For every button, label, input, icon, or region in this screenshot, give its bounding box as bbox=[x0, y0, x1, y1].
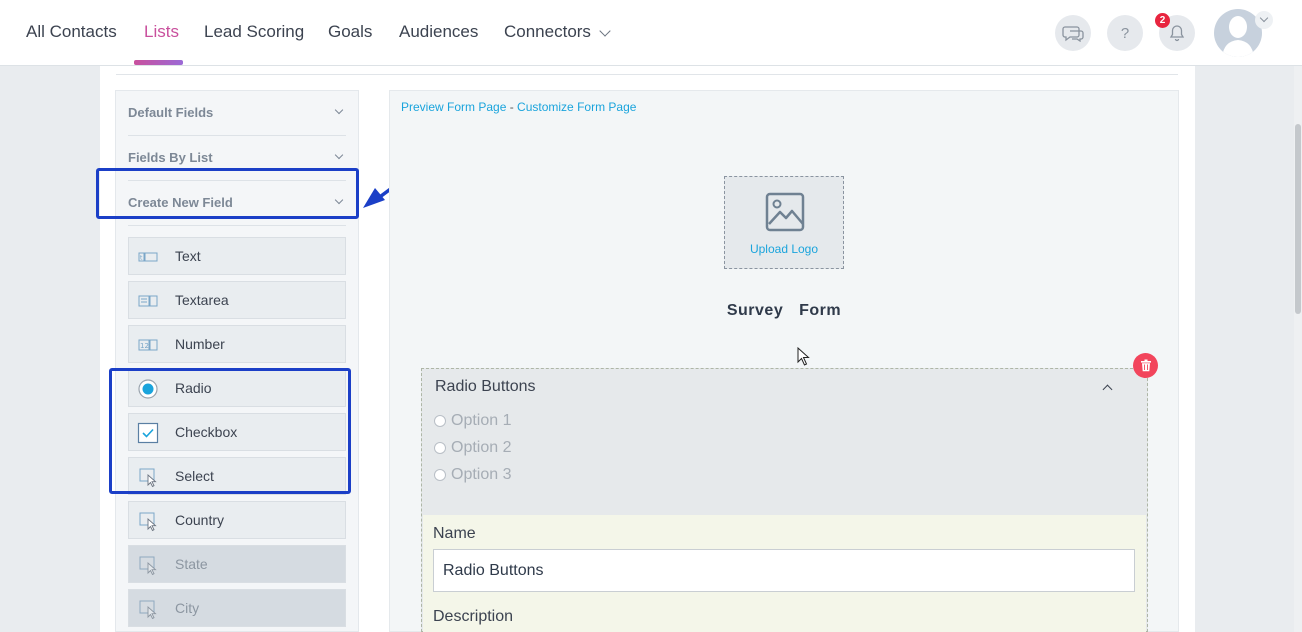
field-type-label: Text bbox=[175, 248, 201, 264]
field-type-checkbox[interactable]: Checkbox bbox=[128, 413, 346, 451]
customize-form-link[interactable]: Customize Form Page bbox=[517, 100, 636, 114]
bell-icon bbox=[1169, 25, 1185, 42]
field-type-label: Textarea bbox=[175, 292, 229, 308]
radio-option[interactable]: Option 2 bbox=[434, 439, 511, 457]
select-field-icon bbox=[139, 512, 157, 532]
chat-icon bbox=[1062, 26, 1084, 42]
chevron-down-icon[interactable] bbox=[599, 25, 611, 37]
field-type-label: Country bbox=[175, 512, 225, 528]
profile-menu-button[interactable] bbox=[1255, 11, 1273, 29]
preview-form-link[interactable]: Preview Form Page bbox=[401, 100, 506, 114]
nav-lists[interactable]: Lists bbox=[144, 22, 179, 42]
divider bbox=[128, 180, 346, 181]
chevron-down-icon bbox=[334, 150, 344, 160]
help-icon: ? bbox=[1120, 24, 1130, 42]
field-type-select[interactable]: Select bbox=[128, 457, 346, 495]
upload-logo-button[interactable]: Upload Logo bbox=[724, 176, 844, 269]
nav-audiences[interactable]: Audiences bbox=[399, 22, 478, 42]
select-field-icon bbox=[139, 600, 157, 620]
svg-text:12: 12 bbox=[140, 342, 149, 350]
field-type-textarea[interactable]: Textarea bbox=[128, 281, 346, 319]
field-type-label: City bbox=[175, 600, 200, 616]
name-field[interactable] bbox=[433, 549, 1135, 592]
section-default-fields[interactable]: Default Fields bbox=[128, 105, 348, 120]
chevron-down-icon bbox=[334, 195, 344, 205]
field-type-label: State bbox=[175, 556, 208, 572]
chevron-down-icon bbox=[334, 105, 344, 115]
radio-option[interactable]: Option 3 bbox=[434, 466, 511, 484]
description-label: Description bbox=[433, 608, 514, 625]
text-field-icon: t bbox=[138, 252, 158, 262]
active-tab-indicator bbox=[134, 60, 183, 65]
field-type-label: Checkbox bbox=[175, 424, 238, 440]
form-title[interactable]: Survey Form bbox=[680, 302, 888, 320]
field-type-text[interactable]: t Text bbox=[128, 237, 346, 275]
field-type-label: Number bbox=[175, 336, 225, 352]
field-card-title: Radio Buttons bbox=[435, 378, 536, 395]
field-type-state[interactable]: State bbox=[128, 545, 346, 583]
nav-all-contacts[interactable]: All Contacts bbox=[26, 22, 117, 42]
section-create-new-field[interactable]: Create New Field bbox=[128, 195, 348, 210]
field-type-city[interactable]: City bbox=[128, 589, 346, 627]
field-type-country[interactable]: Country bbox=[128, 501, 346, 539]
radio-option-label: Option 3 bbox=[451, 466, 512, 483]
textarea-field-icon bbox=[138, 295, 158, 307]
nav-connectors[interactable]: Connectors bbox=[504, 22, 591, 42]
help-button[interactable]: ? bbox=[1107, 15, 1143, 51]
form-links: Preview Form Page - Customize Form Page bbox=[401, 100, 636, 114]
divider bbox=[116, 74, 1178, 75]
radio-icon bbox=[434, 415, 446, 427]
scrollbar-thumb[interactable] bbox=[1295, 124, 1301, 314]
field-type-label: Select bbox=[175, 468, 214, 484]
radio-icon bbox=[434, 442, 446, 454]
section-label: Fields By List bbox=[128, 150, 213, 165]
chevron-down-icon bbox=[1259, 13, 1269, 23]
image-icon bbox=[765, 192, 805, 232]
checkbox-field-icon bbox=[137, 422, 159, 444]
top-nav: All Contacts Lists Lead Scoring Goals Au… bbox=[0, 0, 1302, 66]
field-type-radio[interactable]: Radio bbox=[128, 369, 346, 407]
chat-button[interactable] bbox=[1055, 15, 1091, 51]
radio-option-label: Option 2 bbox=[451, 439, 512, 456]
section-label: Default Fields bbox=[128, 105, 214, 120]
section-fields-by-list[interactable]: Fields By List bbox=[128, 150, 348, 165]
trash-icon bbox=[1140, 359, 1151, 372]
mouse-cursor-icon bbox=[797, 347, 810, 366]
divider bbox=[128, 225, 346, 226]
svg-text:t: t bbox=[140, 255, 143, 262]
upload-logo-label: Upload Logo bbox=[749, 242, 819, 256]
nav-goals[interactable]: Goals bbox=[328, 22, 372, 42]
number-field-icon: 12 bbox=[138, 339, 158, 351]
divider bbox=[128, 135, 346, 136]
radio-field-icon bbox=[138, 379, 158, 399]
field-type-number[interactable]: 12 Number bbox=[128, 325, 346, 363]
select-field-icon bbox=[139, 468, 157, 488]
nav-lead-scoring[interactable]: Lead Scoring bbox=[204, 22, 304, 42]
notification-badge: 2 bbox=[1155, 13, 1170, 28]
field-type-label: Radio bbox=[175, 380, 212, 396]
name-label: Name bbox=[433, 525, 476, 542]
section-label: Create New Field bbox=[128, 195, 233, 210]
radio-icon bbox=[434, 469, 446, 481]
delete-field-button[interactable] bbox=[1133, 353, 1158, 378]
link-separator: - bbox=[506, 100, 518, 114]
select-field-icon bbox=[139, 556, 157, 576]
radio-option[interactable]: Option 1 bbox=[434, 412, 511, 430]
radio-option-label: Option 1 bbox=[451, 412, 512, 429]
